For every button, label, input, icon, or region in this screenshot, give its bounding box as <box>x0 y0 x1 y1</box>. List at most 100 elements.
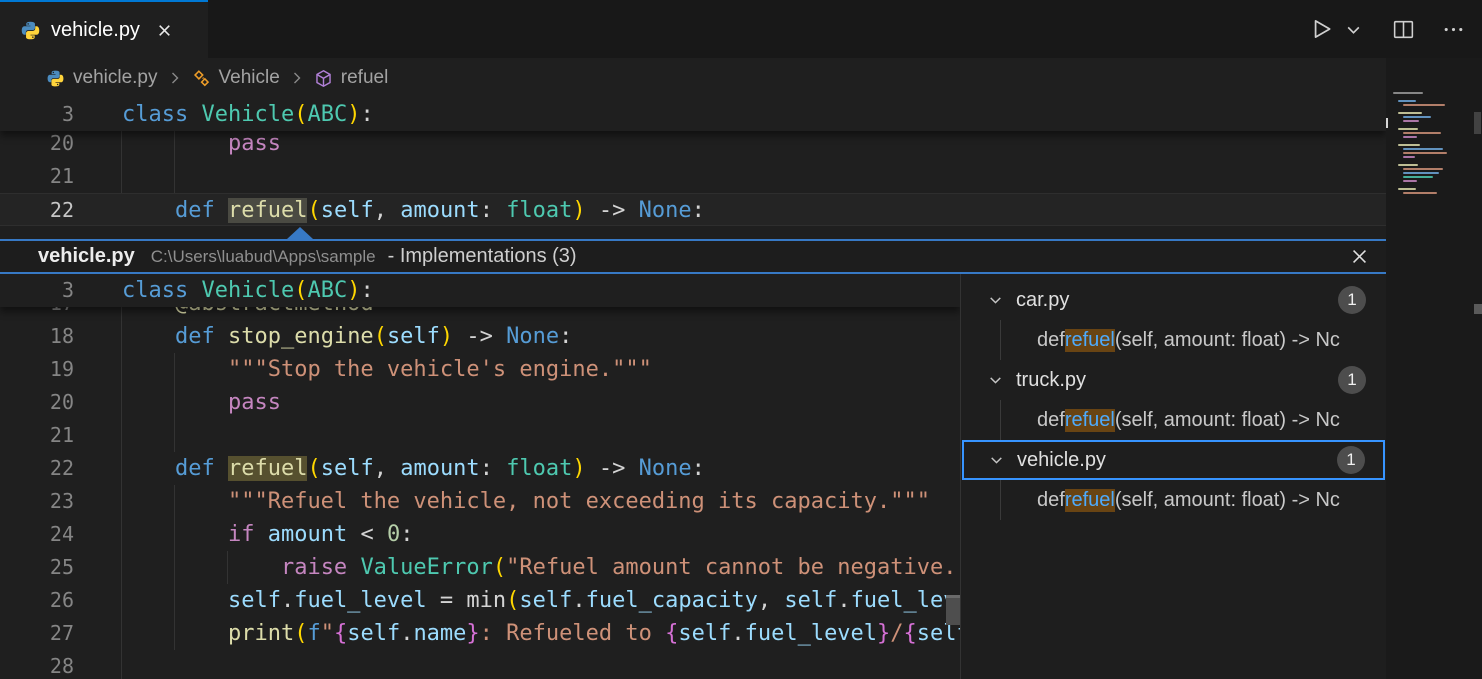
breadcrumb: vehicle.py Vehicle refuel <box>0 58 1386 98</box>
minimap-column <box>1386 58 1482 679</box>
code-text: """Stop the vehicle's engine.""" <box>96 353 960 386</box>
sticky-scroll-line[interactable]: 3class Vehicle(ABC): <box>0 98 1386 131</box>
line-number[interactable]: 22 <box>0 194 96 225</box>
code-line-21[interactable]: 21 <box>0 160 1386 193</box>
code-text: def refuel(self, amount: float) -> None: <box>96 452 960 485</box>
result-match-truck.py[interactable]: def refuel(self, amount: float) -> Nc <box>961 400 1386 440</box>
code-line-18[interactable]: 18 def stop_engine(self) -> None: <box>0 320 960 353</box>
breadcrumb-item-class[interactable]: Vehicle <box>192 67 280 89</box>
match-highlight: refuel <box>1065 329 1115 352</box>
chevron-down-icon[interactable] <box>988 452 1005 469</box>
chevron-right-icon <box>289 70 305 86</box>
editor-scrollbar-thumb[interactable] <box>1474 112 1481 134</box>
code-text: pass <box>96 386 960 419</box>
code-text: """Refuel the vehicle, not exceeding its… <box>96 485 960 518</box>
code-line-20[interactable]: 20 pass <box>0 386 960 419</box>
code-text: pass <box>96 127 1386 160</box>
breadcrumb-item-method[interactable]: refuel <box>314 67 389 89</box>
editor-actions <box>1306 0 1468 58</box>
chevron-down-icon[interactable] <box>987 292 1004 309</box>
code-text: print(f"{self.name}: Refueled to {self.f… <box>96 617 960 650</box>
peek-body: 17 @abstractmethod18 def stop_engine(sel… <box>0 274 1386 679</box>
code-text <box>96 419 960 452</box>
vscode-window: vehicle.py <box>0 0 1482 679</box>
line-number[interactable]: 27 <box>0 617 96 650</box>
code-text: class Vehicle(ABC): <box>96 274 960 307</box>
indent-guide <box>174 353 175 452</box>
chevron-right-icon <box>167 70 183 86</box>
breadcrumb-item-file[interactable]: vehicle.py <box>46 67 158 89</box>
peek-file-path: C:\Users\luabud\Apps\sample <box>151 247 376 267</box>
line-number[interactable]: 24 <box>0 518 96 551</box>
code-line-23[interactable]: 23 """Refuel the vehicle, not exceeding … <box>0 485 960 518</box>
code-line-27[interactable]: 27 print(f"{self.name}: Refueled to {sel… <box>0 617 960 650</box>
peek-implementations-widget: vehicle.py C:\Users\luabud\Apps\sample -… <box>0 226 1386 679</box>
peek-description: - Implementations (3) <box>388 245 577 268</box>
result-file-truck.py[interactable]: truck.py 1 <box>961 360 1386 400</box>
line-number[interactable]: 20 <box>0 386 96 419</box>
line-number[interactable]: 22 <box>0 452 96 485</box>
file-name: car.py <box>1016 289 1069 312</box>
code-line-22[interactable]: 22 def refuel(self, amount: float) -> No… <box>0 193 1386 226</box>
line-number[interactable]: 20 <box>0 127 96 160</box>
result-match-vehicle.py[interactable]: def refuel(self, amount: float) -> Nc <box>961 480 1386 520</box>
line-number[interactable]: 21 <box>0 419 96 452</box>
line-number[interactable]: 28 <box>0 650 96 679</box>
peek-editor-scrollbar-thumb[interactable] <box>946 595 960 625</box>
class-symbol-icon <box>192 69 211 88</box>
match-highlight: refuel <box>228 198 307 223</box>
method-symbol-icon <box>314 69 333 88</box>
scrollbar-tick[interactable] <box>1474 304 1482 314</box>
line-number[interactable]: 18 <box>0 320 96 353</box>
result-file-car.py[interactable]: car.py 1 <box>961 280 1386 320</box>
line-number[interactable]: 25 <box>0 551 96 584</box>
code-text: def stop_engine(self) -> None: <box>96 320 960 353</box>
run-icon[interactable] <box>1306 14 1336 44</box>
line-number[interactable]: 19 <box>0 353 96 386</box>
code-line-20[interactable]: 20 pass <box>0 127 1386 160</box>
indent-guide <box>227 551 228 584</box>
run-dropdown-chevron-icon[interactable] <box>1338 14 1368 44</box>
minimap[interactable] <box>1391 90 1457 202</box>
result-file-vehicle.py[interactable]: vehicle.py1 <box>962 440 1385 480</box>
tab-bar: vehicle.py <box>0 0 1482 58</box>
code-line-25[interactable]: 25 raise ValueError("Refuel amount canno… <box>0 551 960 584</box>
result-match-car.py[interactable]: def refuel(self, amount: float) -> Nc <box>961 320 1386 360</box>
indent-guide <box>121 287 122 679</box>
chevron-down-icon[interactable] <box>987 372 1004 389</box>
code-line-19[interactable]: 19 """Stop the vehicle's engine.""" <box>0 353 960 386</box>
code-line-28[interactable]: 28 <box>0 650 960 679</box>
code-text: if amount < 0: <box>96 518 960 551</box>
line-number[interactable]: 3 <box>0 98 96 131</box>
result-count-badge: 1 <box>1338 286 1366 314</box>
code-line-24[interactable]: 24 if amount < 0: <box>0 518 960 551</box>
code-line-26[interactable]: 26 self.fuel_level = min(self.fuel_capac… <box>0 584 960 617</box>
code-line-21[interactable]: 21 <box>0 419 960 452</box>
match-highlight: refuel <box>1065 489 1115 512</box>
split-editor-icon[interactable] <box>1388 14 1418 44</box>
tab-close-icon[interactable] <box>152 17 178 43</box>
code-line-22[interactable]: 22 def refuel(self, amount: float) -> No… <box>0 452 960 485</box>
breadcrumb-label: Vehicle <box>219 67 280 89</box>
indent-guide <box>174 127 175 193</box>
breadcrumb-label: vehicle.py <box>73 67 158 89</box>
indent-guide <box>174 485 175 650</box>
line-number[interactable]: 23 <box>0 485 96 518</box>
more-actions-icon[interactable] <box>1438 14 1468 44</box>
line-number[interactable]: 26 <box>0 584 96 617</box>
peek-close-icon[interactable] <box>1344 242 1374 272</box>
line-number[interactable]: 3 <box>0 274 96 307</box>
code-text: raise ValueError("Refuel amount cannot b… <box>96 551 960 584</box>
peek-arrow <box>287 227 313 239</box>
sticky-scroll-line[interactable]: 3class Vehicle(ABC): <box>0 274 960 307</box>
code-text: class Vehicle(ABC): <box>96 98 1386 131</box>
file-name: truck.py <box>1016 369 1086 392</box>
main-editor: 20 pass2122 def refuel(self, amount: flo… <box>0 98 1386 226</box>
code-text: self.fuel_level = min(self.fuel_capacity… <box>96 584 960 617</box>
python-icon <box>20 20 41 41</box>
result-count-badge: 1 <box>1337 446 1365 474</box>
result-count-badge: 1 <box>1338 366 1366 394</box>
line-number[interactable]: 21 <box>0 160 96 193</box>
peek-editor: 17 @abstractmethod18 def stop_engine(sel… <box>0 274 960 679</box>
tab-vehicle-py[interactable]: vehicle.py <box>0 0 208 58</box>
